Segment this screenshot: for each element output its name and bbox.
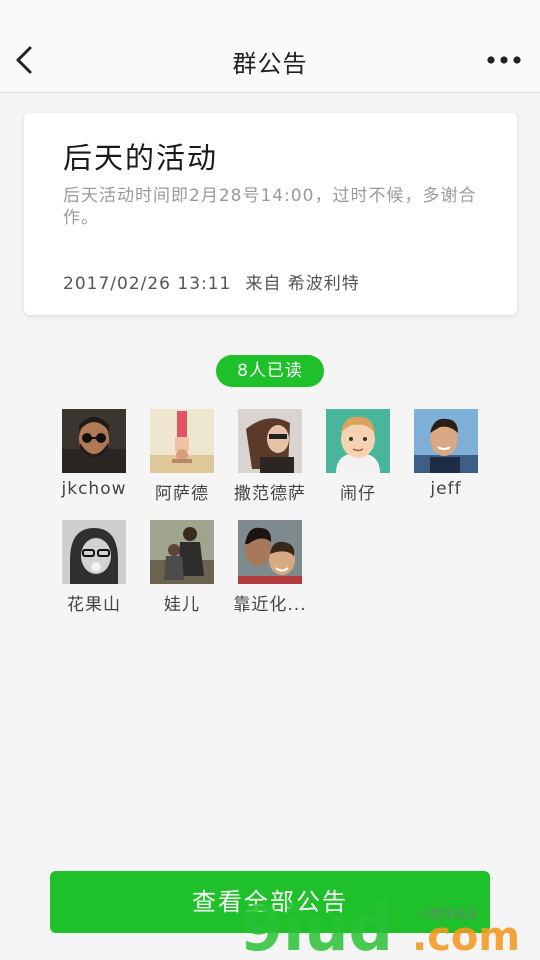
avatar [62, 409, 126, 473]
announcement-timestamp: 2017/02/26 13:11 [63, 274, 232, 294]
announcement-meta: 2017/02/26 13:11 来自 希波利特 [63, 269, 360, 294]
reader-name: 靠近化... [233, 595, 307, 615]
reader-name: 阿萨德 [155, 484, 209, 504]
avatar [62, 520, 126, 584]
page-title: 群公告 [232, 50, 308, 78]
more-dots-icon[interactable] [486, 54, 522, 66]
avatar [414, 409, 478, 473]
reader-name: 娃儿 [164, 595, 200, 615]
announcement-author: 希波利特 [287, 274, 360, 294]
reader-name: 闹仔 [340, 484, 376, 504]
announcement-card: 后天的活动 后天活动时间即2月28号14:00，过时不候，多谢合作。 2017/… [24, 113, 517, 315]
announcement-title: 后天的活动 [63, 141, 219, 175]
avatar [150, 409, 214, 473]
read-count-badge: 8人已读 [216, 355, 324, 387]
avatar [238, 520, 302, 584]
reader-name: 花果山 [67, 595, 121, 615]
reader-name: jeff [430, 479, 462, 499]
navigation-bar: 群公告 [0, 0, 540, 93]
avatar [326, 409, 390, 473]
announcement-body: 后天活动时间即2月28号14:00，过时不候，多谢合作。 [63, 186, 477, 228]
view-all-announcements-button[interactable]: 查看全部公告 [50, 871, 490, 933]
avatar [238, 409, 302, 473]
reader-name: 撒范德萨 [234, 484, 306, 504]
reader-name: jkchow [61, 479, 127, 499]
from-label: 来自 [245, 274, 282, 294]
avatar [150, 520, 214, 584]
